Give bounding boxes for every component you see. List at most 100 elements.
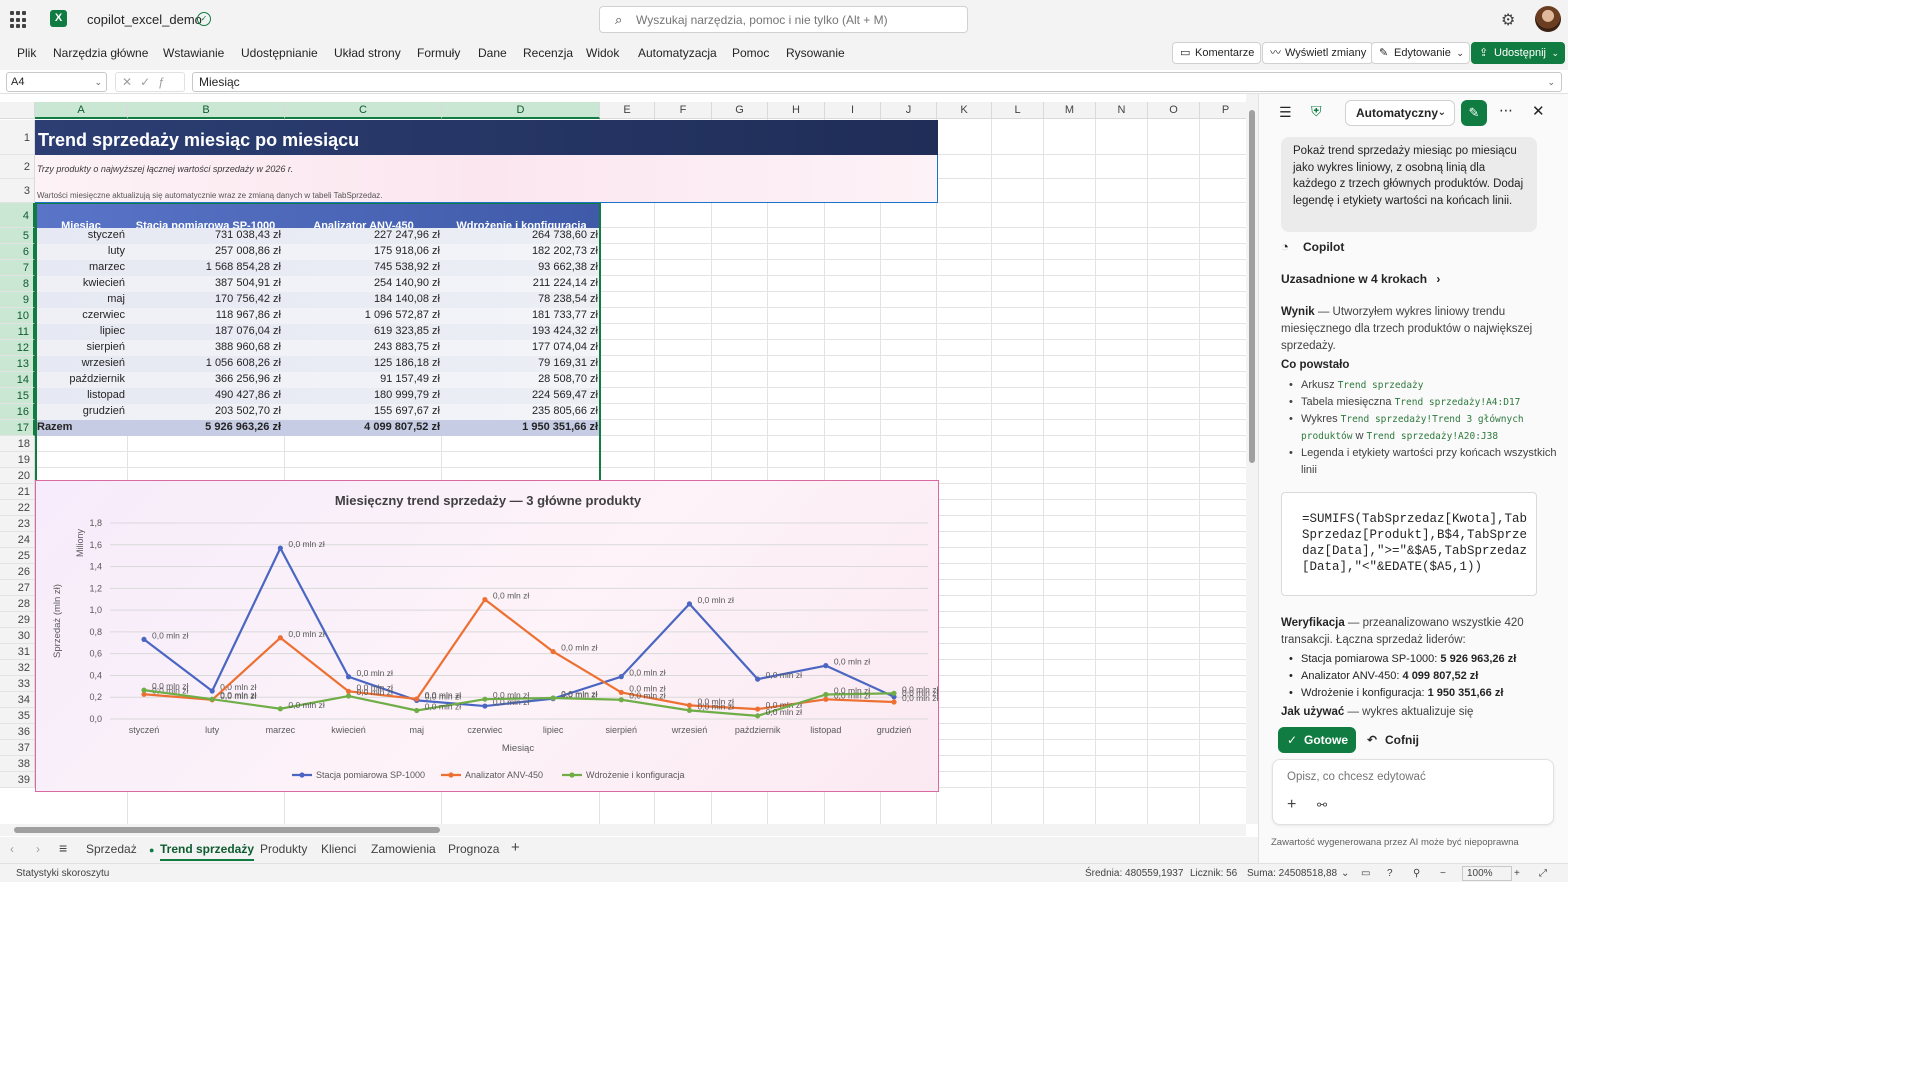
menu-narzedzia-glowne[interactable]: Narzędzia główne [53,46,148,60]
chart-title[interactable]: Miesięczny trend sprzedaży — 3 główne pr… [335,493,642,508]
workbook-stats[interactable]: Statystyki skoroszytu [16,868,109,879]
data-point[interactable] [345,693,352,699]
row-header-39[interactable]: 39 [0,772,35,788]
tab-trend-sprzedazy[interactable]: Trend sprzedaży [160,842,255,861]
accessibility-icon[interactable]: ⚲ [1413,868,1420,879]
data-point[interactable] [414,696,420,702]
data-point[interactable] [755,706,761,712]
row-header-6[interactable]: 6 [0,244,35,260]
menu-dane[interactable]: Dane [478,46,507,60]
data-point[interactable] [141,636,147,643]
row-header-25[interactable]: 25 [0,548,35,564]
tab-sprzedaz[interactable]: Sprzedaż [86,842,137,856]
menu-wstawianie[interactable]: Wstawianie [163,46,224,60]
document-name[interactable]: copilot_excel_demo [87,12,202,27]
row-header-2[interactable]: 2 [0,155,35,179]
data-point[interactable] [823,691,829,698]
undo-button[interactable]: ↶ Cofnij [1367,727,1419,753]
column-header-j[interactable]: J [881,102,937,119]
close-icon[interactable]: ✕ [1532,102,1545,120]
search-box[interactable]: ⌕ [599,6,968,33]
column-header-p[interactable]: P [1200,102,1246,119]
column-header-g[interactable]: G [712,102,768,119]
column-header-h[interactable]: H [768,102,825,119]
menu-uklad-strony[interactable]: Układ strony [334,46,401,60]
confirm-icon[interactable]: ✓ [140,75,158,89]
data-point[interactable] [345,674,352,680]
done-button[interactable]: ✓ Gotowe [1278,727,1356,753]
row-header-31[interactable]: 31 [0,644,35,660]
add-icon[interactable]: + [1287,796,1296,814]
tab-prognoza[interactable]: Prognoza [448,842,499,856]
menu-pomoc[interactable]: Pomoc [732,46,769,60]
row-header-21[interactable]: 21 [0,484,35,500]
vertical-scrollbar[interactable] [1246,94,1258,824]
editing-mode-button[interactable]: ✎ Edytowanie ⌄ [1371,42,1470,64]
row-header-13[interactable]: 13 [0,356,35,372]
settings-gear-icon[interactable]: ⚙ [1501,10,1515,30]
row-header-19[interactable]: 19 [0,452,35,468]
search-input[interactable] [636,10,956,29]
attach-icon[interactable]: ⚯ [1317,798,1327,812]
grounded-steps-link[interactable]: Uzasadnione w 4 krokach › [1281,272,1440,286]
item-code[interactable]: Trend sprzedaży!A4:D17 [1395,397,1521,408]
data-point[interactable] [686,707,693,713]
comments-button[interactable]: ▭ Komentarze [1172,42,1262,64]
data-point[interactable] [618,674,624,680]
copilot-mode-dropdown[interactable]: Automatyczny ⌄ [1345,100,1455,126]
help-icon[interactable]: ? [1387,868,1393,879]
zoom-select[interactable]: 100% [1462,866,1512,881]
row-header-20[interactable]: 20 [0,468,35,484]
fullscreen-icon[interactable]: ⤢ [1539,868,1547,879]
data-point[interactable] [209,696,215,702]
column-header-a[interactable]: A [35,102,128,119]
data-point[interactable] [277,545,283,551]
menu-formuly[interactable]: Formuły [417,46,460,60]
share-button[interactable]: ⇪ Udostępnij ⌄ [1471,42,1565,64]
row-header-8[interactable]: 8 [0,276,35,292]
data-point[interactable] [891,690,897,696]
data-point[interactable] [823,696,829,702]
data-point[interactable] [755,676,761,682]
column-header-n[interactable]: N [1096,102,1148,119]
row-header-4[interactable]: 4 [0,203,35,228]
tab-zamowienia[interactable]: Zamowienia [371,842,436,856]
row-header-23[interactable]: 23 [0,516,35,532]
row-header-5[interactable]: 5 [0,228,35,244]
column-header-c[interactable]: C [285,102,442,119]
data-point[interactable] [618,697,624,703]
column-header-f[interactable]: F [655,102,712,119]
select-all-corner[interactable] [0,102,35,119]
row-header-1[interactable]: 1 [0,120,35,155]
copilot-input-box[interactable]: + ⚯ [1272,759,1554,825]
row-header-30[interactable]: 30 [0,628,35,644]
data-point[interactable] [277,706,283,712]
menu-udostepnianie[interactable]: Udostępnianie [241,46,318,60]
column-header-k[interactable]: K [937,102,992,119]
row-header-10[interactable]: 10 [0,308,35,324]
data-point[interactable] [618,689,624,696]
data-point[interactable] [414,707,420,714]
legend-entry[interactable]: Wdrożenie i konfiguracja [586,770,685,780]
column-header-b[interactable]: B [128,102,285,119]
row-header-28[interactable]: 28 [0,596,35,612]
data-point[interactable] [482,703,488,709]
row-header-29[interactable]: 29 [0,612,35,628]
sheet-note[interactable]: Wartości miesięczne aktualizują się auto… [37,191,383,200]
data-point[interactable] [345,688,352,694]
avatar[interactable] [1535,6,1561,32]
shield-check-icon[interactable]: ⛨ [1311,103,1322,120]
function-icon[interactable]: ƒ [158,75,173,89]
display-settings-icon[interactable]: ▭ [1361,868,1370,879]
menu-lines-icon[interactable]: ☰ [1279,104,1292,121]
row-header-16[interactable]: 16 [0,404,35,420]
row-header-17[interactable]: 17 [0,420,35,436]
row-header-33[interactable]: 33 [0,676,35,692]
row-header-38[interactable]: 38 [0,756,35,772]
name-box[interactable]: A4 ⌄ [6,72,107,92]
item-code[interactable]: Trend sprzedaży [1338,380,1424,391]
app-launcher-icon[interactable] [10,11,28,29]
column-header-o[interactable]: O [1148,102,1200,119]
legend-entry[interactable]: Stacja pomiarowa SP-1000 [316,770,425,780]
sheet-subtitle[interactable]: Trzy produkty o najwyższej łącznej warto… [37,164,293,174]
